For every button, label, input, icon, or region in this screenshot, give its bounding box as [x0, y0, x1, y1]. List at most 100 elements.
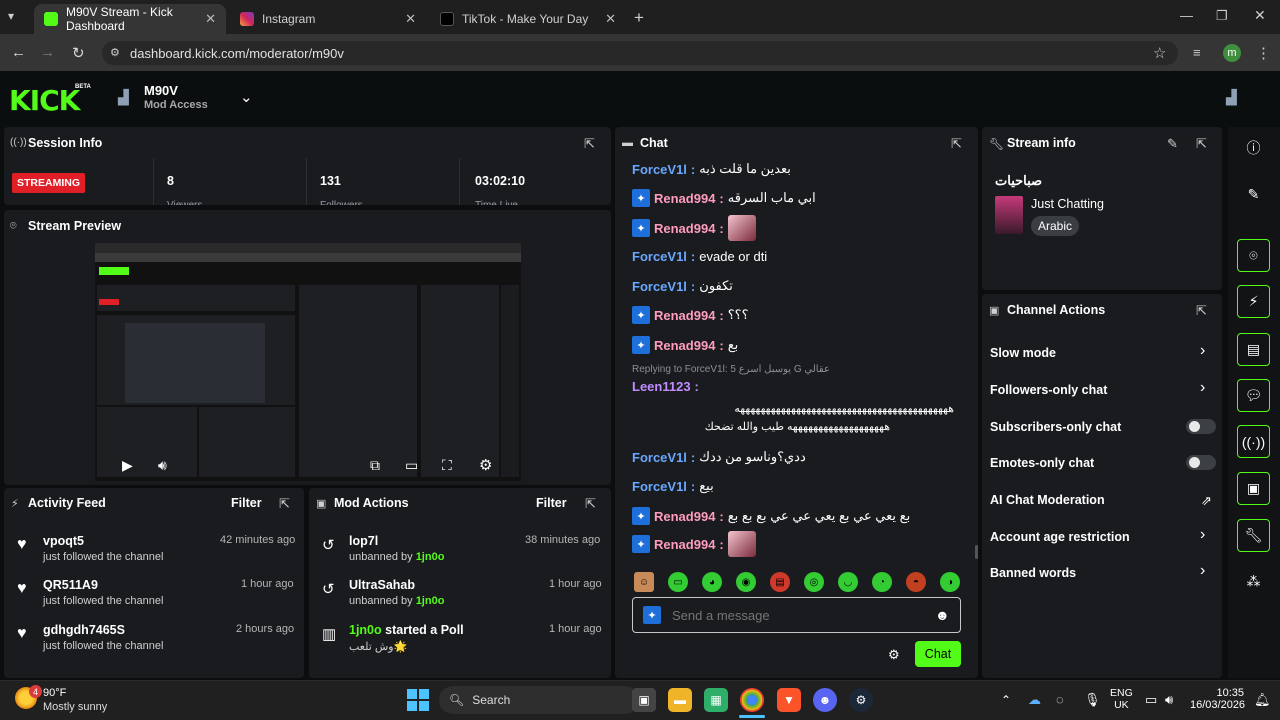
- network-icon[interactable]: ▭: [1145, 692, 1157, 708]
- picture-in-picture-icon[interactable]: ⧉: [370, 457, 380, 474]
- maximize-icon[interactable]: ❐: [1216, 8, 1228, 24]
- close-icon[interactable]: ✕: [605, 11, 616, 27]
- language-indicator[interactable]: ENG UK: [1110, 687, 1133, 711]
- broadcast-toggle-icon[interactable]: ((·)): [1237, 425, 1270, 458]
- activity-user[interactable]: vpoqt5: [43, 534, 84, 548]
- chat-toggle-icon[interactable]: 💬︎: [1237, 379, 1270, 412]
- slow-mode-item[interactable]: Slow mode: [990, 346, 1056, 360]
- user-avatar-icon[interactable]: ▟: [1226, 89, 1237, 106]
- taskbar-search[interactable]: 🔍︎ Search: [439, 686, 639, 714]
- chat-username[interactable]: ForceV1l: [632, 249, 687, 264]
- category-name[interactable]: Just Chatting: [1031, 197, 1104, 211]
- url-field[interactable]: dashboard.kick.com/moderator/m90v: [102, 41, 1178, 65]
- tab-list-icon[interactable]: ▾: [8, 9, 14, 23]
- chat-username[interactable]: ForceV1l: [632, 479, 687, 494]
- theater-mode-icon[interactable]: ▭: [405, 457, 418, 474]
- chat-username[interactable]: ForceV1l: [632, 450, 687, 465]
- poll-user[interactable]: 1jn0o: [349, 623, 382, 637]
- forward-icon[interactable]: →: [40, 44, 55, 61]
- chevron-right-icon[interactable]: ›: [1200, 342, 1205, 360]
- clock[interactable]: 10:35 16/03/2026: [1190, 687, 1245, 711]
- emote-icon[interactable]: ◉: [736, 572, 756, 592]
- chrome-icon[interactable]: [740, 688, 764, 712]
- chevron-right-icon[interactable]: ›: [1200, 562, 1205, 580]
- profile-avatar[interactable]: m: [1223, 44, 1241, 62]
- bookmark-star-icon[interactable]: ☆: [1153, 44, 1166, 62]
- chat-settings-icon[interactable]: ⚙: [888, 647, 900, 663]
- site-info-icon[interactable]: ⚙: [110, 46, 120, 59]
- back-icon[interactable]: ←: [11, 44, 26, 61]
- volume-icon[interactable]: 🔊︎: [1165, 692, 1173, 708]
- popout-icon[interactable]: ⇱: [1196, 303, 1207, 319]
- category-thumbnail[interactable]: [995, 196, 1023, 234]
- activity-user[interactable]: gdhgdh7465S: [43, 623, 125, 637]
- notifications-icon[interactable]: 🔔︎: [1254, 692, 1271, 708]
- mod-target[interactable]: UltraSahab: [349, 578, 415, 592]
- microphone-icon[interactable]: 🎙︎: [1084, 692, 1101, 708]
- meet-now-icon[interactable]: ◌: [1056, 692, 1064, 707]
- info-icon[interactable]: ⓘ: [1237, 131, 1270, 164]
- reply-note[interactable]: Replying to ForceV1l: 5 يوسبل اسرع G عقا…: [632, 364, 830, 375]
- tab-instagram[interactable]: Instagram ✕: [230, 4, 426, 34]
- chat-username[interactable]: Renad994: [654, 537, 715, 552]
- chat-username[interactable]: Renad994: [654, 509, 715, 524]
- chat-scrollbar[interactable]: [975, 545, 978, 559]
- activity-user[interactable]: QR511A9: [43, 578, 98, 592]
- reload-icon[interactable]: ↻: [72, 44, 85, 62]
- preview-toggle-icon[interactable]: ⌾: [1237, 239, 1270, 272]
- mod-filter-button[interactable]: Filter: [536, 496, 567, 510]
- emote-icon[interactable]: ◡: [838, 572, 858, 592]
- chat-username[interactable]: ForceV1l: [632, 279, 687, 294]
- mod-by[interactable]: 1jn0o: [416, 595, 445, 607]
- edit-icon[interactable]: ✎: [1237, 178, 1270, 211]
- chat-message-input[interactable]: [672, 605, 922, 625]
- popout-icon[interactable]: ⇱: [1196, 136, 1207, 152]
- weather-temp[interactable]: 90°F: [43, 687, 66, 699]
- account-age-item[interactable]: Account age restriction: [990, 530, 1130, 544]
- xbox-app-icon[interactable]: ▦: [704, 688, 728, 712]
- external-link-icon[interactable]: ⇗: [1201, 493, 1212, 509]
- popout-icon[interactable]: ⇱: [279, 496, 290, 512]
- close-icon[interactable]: ✕: [405, 11, 416, 27]
- close-icon[interactable]: ✕: [205, 11, 216, 27]
- subscribers-only-toggle[interactable]: [1186, 419, 1216, 434]
- emote-icon[interactable]: ◔: [872, 572, 892, 592]
- fullscreen-icon[interactable]: ⛶: [442, 457, 452, 474]
- emote-icon[interactable]: ◕: [702, 572, 722, 592]
- banned-words-item[interactable]: Banned words: [990, 566, 1076, 580]
- player-settings-icon[interactable]: ⚙: [479, 456, 492, 474]
- file-explorer-icon[interactable]: ▬: [668, 688, 692, 712]
- tab-tiktok[interactable]: TikTok - Make Your Day ✕: [430, 4, 626, 34]
- minimize-icon[interactable]: —: [1180, 8, 1193, 23]
- mod-by[interactable]: 1jn0o: [416, 551, 445, 563]
- browser-menu-icon[interactable]: ⋮: [1256, 44, 1271, 62]
- emote-icon[interactable]: ◑: [940, 572, 960, 592]
- emote-icon[interactable]: ▭: [668, 572, 688, 592]
- followers-only-item[interactable]: Followers-only chat: [990, 383, 1107, 397]
- popout-icon[interactable]: ⇱: [584, 136, 595, 152]
- activity-toggle-icon[interactable]: ⚡︎: [1237, 285, 1270, 318]
- chat-username[interactable]: ForceV1l: [632, 162, 687, 177]
- notes-toggle-icon[interactable]: ▤: [1237, 333, 1270, 366]
- onedrive-icon[interactable]: ☁: [1028, 692, 1041, 708]
- edit-pencil-icon[interactable]: ✎: [1167, 136, 1178, 152]
- popout-icon[interactable]: ⇱: [951, 136, 962, 152]
- chat-username[interactable]: Renad994: [654, 338, 715, 353]
- send-chat-button[interactable]: Chat: [915, 641, 961, 667]
- chevron-right-icon[interactable]: ›: [1200, 526, 1205, 544]
- emote-icon[interactable]: ◓: [906, 572, 926, 592]
- chat-username[interactable]: Renad994: [654, 221, 715, 236]
- chevron-right-icon[interactable]: ›: [1200, 379, 1205, 397]
- tray-chevron-icon[interactable]: ⌃: [1001, 693, 1011, 707]
- stream-info-toggle-icon[interactable]: 🔧︎: [1237, 519, 1270, 552]
- chat-username[interactable]: Renad994: [654, 308, 715, 323]
- steam-icon[interactable]: ⚙: [849, 688, 873, 712]
- emote-icon[interactable]: ☺: [634, 572, 654, 592]
- video-player[interactable]: [95, 243, 521, 481]
- new-tab-icon[interactable]: +: [634, 8, 644, 28]
- activity-filter-button[interactable]: Filter: [231, 496, 262, 510]
- ai-moderation-item[interactable]: AI Chat Moderation: [990, 493, 1105, 507]
- chat-username[interactable]: Renad994: [654, 191, 715, 206]
- mod-target[interactable]: lop7l: [349, 534, 378, 548]
- volume-icon[interactable]: 🔊︎: [158, 457, 167, 474]
